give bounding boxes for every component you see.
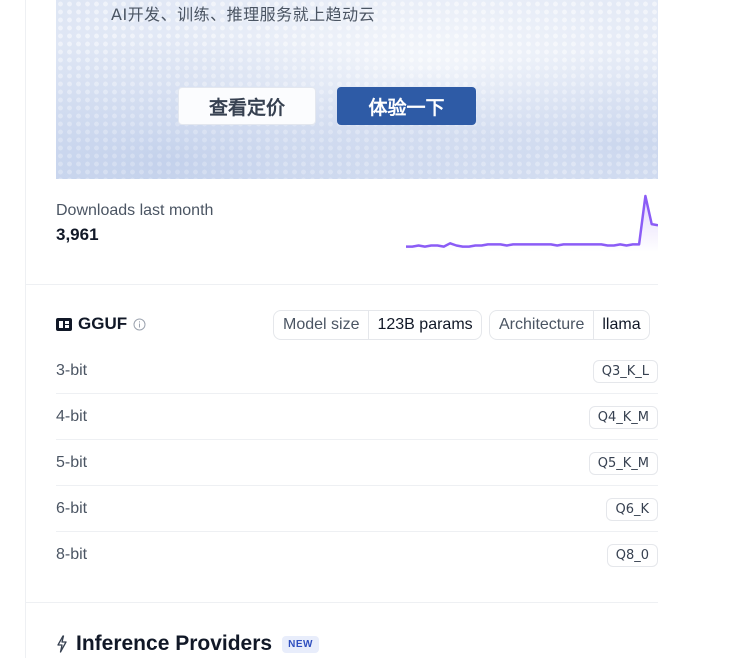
quant-row: 8-bit Q8_0 bbox=[56, 532, 658, 578]
gguf-title: GGUF bbox=[78, 314, 128, 333]
ad-banner[interactable]: AI开发、训练、推理服务就上趋动云 查看定价 体验一下 bbox=[56, 0, 658, 179]
model-size-pill: Model size 123B params bbox=[273, 310, 482, 340]
quant-row: 3-bit Q3_K_L bbox=[56, 348, 658, 394]
inference-providers-title: Inference Providers bbox=[76, 632, 273, 655]
gguf-logo-icon bbox=[56, 317, 72, 331]
banner-subtitle: AI开发、训练、推理服务就上趋动云 bbox=[111, 5, 376, 24]
downloads-label: Downloads last month bbox=[56, 202, 214, 219]
quant-file-button[interactable]: Q3_K_L bbox=[592, 360, 658, 383]
section-divider bbox=[26, 602, 658, 603]
downloads-sparkline bbox=[406, 194, 658, 252]
quant-file-button[interactable]: Q4_K_M bbox=[588, 406, 658, 429]
info-icon[interactable] bbox=[133, 318, 146, 331]
model-size-label: Model size bbox=[274, 311, 370, 339]
downloads-count: 3,961 bbox=[56, 225, 99, 244]
try-it-button[interactable]: 体验一下 bbox=[337, 87, 476, 125]
quant-row: 6-bit Q6_K bbox=[56, 486, 658, 532]
sparkline-series bbox=[406, 194, 658, 248]
new-badge: NEW bbox=[282, 635, 319, 653]
quant-bits: 4-bit bbox=[56, 408, 88, 425]
quant-file-button[interactable]: Q8_0 bbox=[606, 544, 658, 567]
quant-bits: 6-bit bbox=[56, 500, 88, 517]
quant-row: 5-bit Q5_K_M bbox=[56, 440, 658, 486]
quant-bits: 8-bit bbox=[56, 546, 88, 563]
view-pricing-button[interactable]: 查看定价 bbox=[178, 87, 316, 125]
architecture-pill: Architecture llama bbox=[489, 310, 650, 340]
inference-providers-header: Inference Providers NEW bbox=[56, 632, 319, 656]
quant-row: 4-bit Q4_K_M bbox=[56, 394, 658, 440]
quant-file-button[interactable]: Q6_K bbox=[606, 498, 658, 521]
quant-file-button[interactable]: Q5_K_M bbox=[588, 452, 658, 475]
model-size-value: 123B params bbox=[377, 316, 473, 333]
lightning-icon bbox=[57, 635, 67, 653]
quant-bits: 3-bit bbox=[56, 362, 88, 379]
architecture-label: Architecture bbox=[490, 311, 595, 339]
left-border bbox=[25, 0, 26, 658]
section-divider bbox=[26, 284, 658, 285]
quant-bits: 5-bit bbox=[56, 454, 88, 471]
gguf-header: GGUF bbox=[56, 314, 146, 334]
architecture-value: llama bbox=[602, 316, 641, 333]
